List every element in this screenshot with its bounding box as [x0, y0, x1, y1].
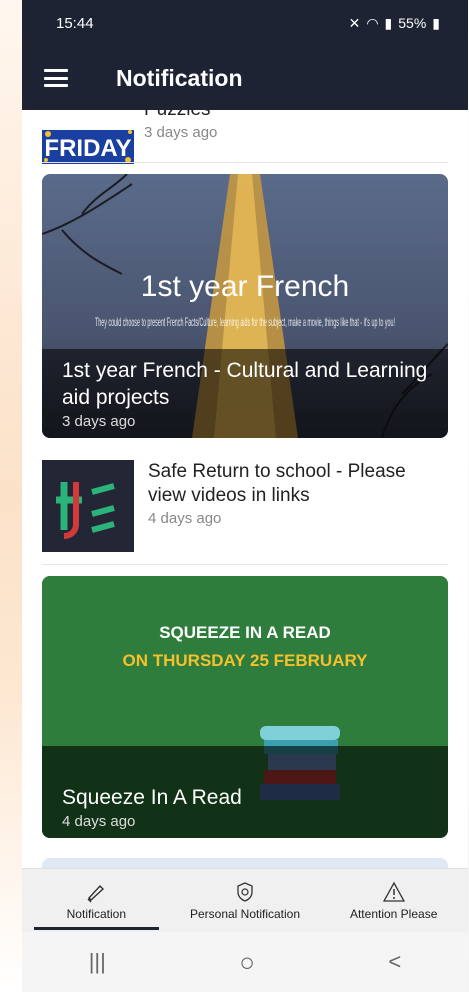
battery-icon: ▮	[432, 14, 440, 31]
recents-button[interactable]: |||	[89, 949, 106, 975]
bottom-nav: Notification Personal Notification Atten…	[22, 868, 468, 932]
card-caption: 1st year French - Cultural and Learning …	[42, 349, 448, 438]
status-bar: 15:44 ✕ ◠ ▮ 55% ▮	[22, 0, 468, 46]
notification-card[interactable]: SQUEEZE IN A READ ON THURSDAY 25 FEBRUAR…	[42, 576, 448, 838]
friday-thumbnail: FRIDAY	[42, 110, 134, 182]
tab-notification[interactable]: Notification	[22, 869, 171, 932]
page-title: Notification	[116, 64, 243, 91]
friday-thumb-text: FRIDAY	[44, 135, 131, 162]
notification-time: 3 days ago	[62, 413, 136, 430]
phone-screen: 15:44 ✕ ◠ ▮ 55% ▮ Notification FRIDAY 3 …	[22, 0, 468, 992]
menu-icon[interactable]	[44, 69, 68, 87]
divider	[42, 564, 448, 565]
megaphone-icon	[87, 884, 105, 902]
squeeze-image-line2: ON THURSDAY 25 FEBRUARY	[123, 651, 369, 670]
notification-title: Puzzles	[144, 110, 217, 122]
status-icons: ✕ ◠ ▮ 55% ▮	[349, 15, 440, 32]
squeeze-image-line1: SQUEEZE IN A READ	[159, 623, 331, 642]
back-button[interactable]: <	[388, 949, 401, 975]
tab-label: Personal Notification	[189, 906, 301, 921]
shield-icon	[237, 881, 253, 902]
tab-label: Attention Please	[349, 906, 438, 921]
system-nav-bar: ||| ○ <	[22, 932, 468, 992]
signal-icon: ▮	[384, 14, 393, 31]
notification-title: Safe Return to school - Please view vide…	[148, 461, 406, 506]
wifi-icon: ◠	[366, 14, 379, 31]
notification-card[interactable]: 1st year French They could choose to pre…	[42, 174, 448, 438]
notification-time: 4 days ago	[148, 510, 222, 527]
notification-time: 3 days ago	[144, 124, 218, 141]
mute-icon: ✕	[348, 14, 361, 31]
french-image-title: 1st year French	[141, 270, 349, 303]
home-button[interactable]: ○	[239, 947, 255, 978]
notification-time: 4 days ago	[62, 813, 136, 830]
status-time: 15:44	[56, 14, 94, 32]
list-item[interactable]: Safe Return to school - Please view vide…	[42, 460, 448, 552]
notification-feed[interactable]: FRIDAY Puzzles 3 days ago	[22, 110, 468, 868]
notification-card-partial[interactable]	[42, 858, 448, 868]
warning-icon	[382, 881, 405, 902]
tab-attention-please[interactable]: Attention Please	[319, 869, 468, 932]
school-logo-thumbnail	[42, 460, 134, 552]
notification-title: 1st year French - Cultural and Learning …	[62, 359, 428, 409]
active-tab-indicator	[34, 927, 159, 930]
french-image-subtitle: They could choose to present French Fact…	[95, 315, 395, 329]
card-caption: Squeeze In A Read 4 days ago	[42, 746, 448, 838]
tab-label: Notification	[66, 906, 127, 921]
app-bar: Notification	[22, 46, 468, 110]
list-item[interactable]: FRIDAY Puzzles 3 days ago	[42, 110, 448, 182]
notification-title: Squeeze In A Read	[62, 786, 242, 809]
divider	[42, 162, 448, 163]
battery-level: 55%	[398, 15, 427, 31]
background-edge-left	[0, 0, 22, 992]
tab-personal-notification[interactable]: Personal Notification	[171, 869, 320, 932]
